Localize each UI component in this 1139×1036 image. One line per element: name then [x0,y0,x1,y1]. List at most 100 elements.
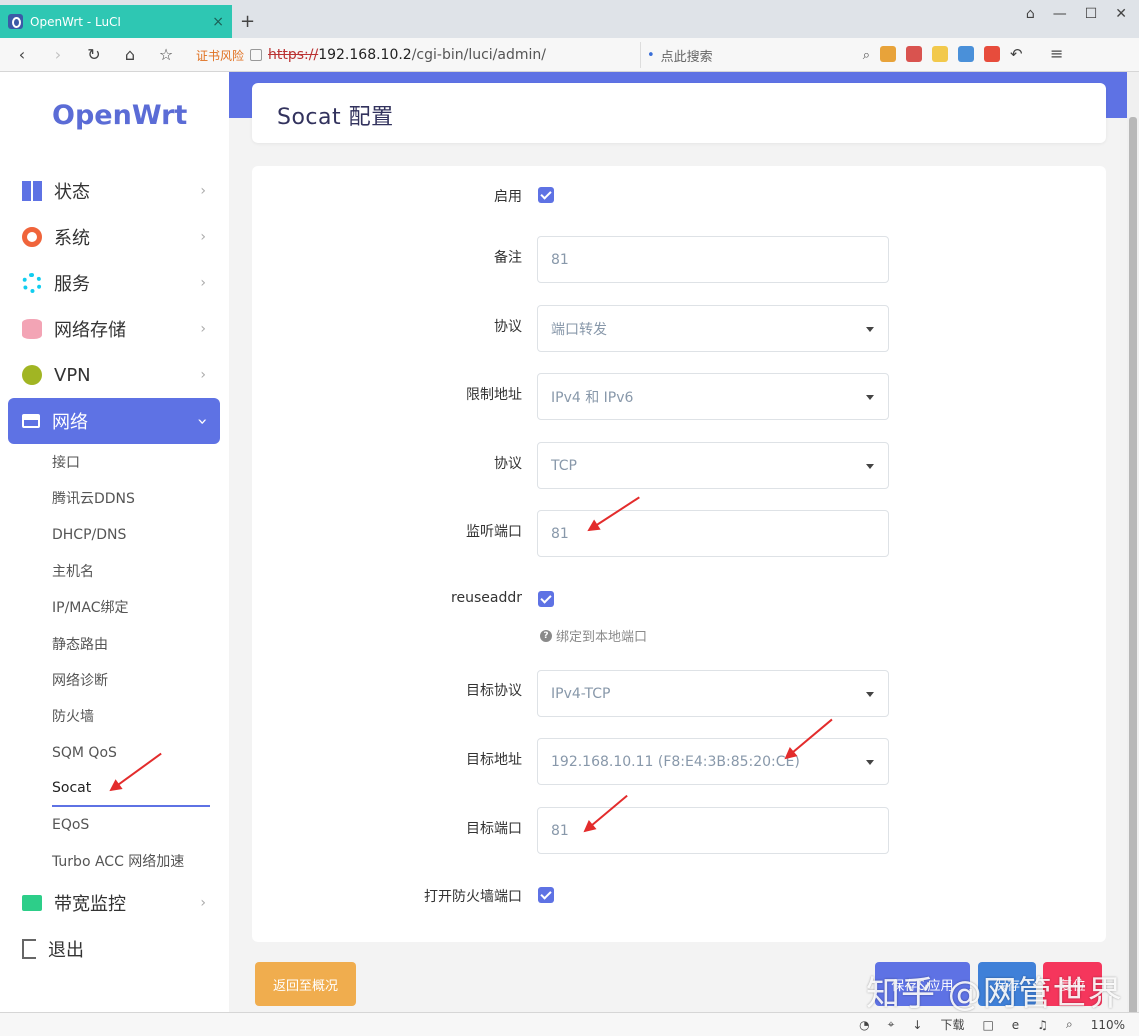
sidebar-sub-interfaces[interactable]: 接口 [52,444,220,480]
network-submenu: 接口 腾讯云DDNS DHCP/DNS 主机名 IP/MAC绑定 静态路由 网络… [8,444,220,880]
undo-icon[interactable]: ↶ [1010,46,1026,62]
sidebar-item-logout[interactable]: 退出 [8,926,220,972]
sidebar-sub-turboacc[interactable]: Turbo ACC 网络加速 [52,843,220,879]
logout-icon [22,938,36,959]
chevron-right-icon: › [200,321,206,337]
ie-icon[interactable]: e [1012,1018,1019,1032]
lock-icon [250,49,263,61]
transport-protocol-select[interactable]: TCP [537,442,889,489]
refresh-icon[interactable]: ↻ [80,45,108,64]
open-firewall-checkbox[interactable] [538,887,554,903]
menu-icon[interactable]: ≡ [1050,46,1066,62]
database-icon [22,319,42,339]
remark-input[interactable]: 81 [537,236,889,283]
sidebar-item-label: 网络存储 [54,320,126,341]
target-port-label: 目标端口 [466,821,522,837]
save-apply-button[interactable]: 保存&应用 [875,962,970,1006]
close-window-icon[interactable]: ✕ [1115,6,1127,22]
reset-button[interactable]: 复位 [1043,962,1102,1006]
sidebar-item-network[interactable]: 网络 › [8,398,220,444]
enable-checkbox[interactable] [538,187,554,203]
sidebar-item-bandwidth[interactable]: 带宽监控 › [8,880,220,926]
sidebar-sub-ddns[interactable]: 腾讯云DDNS [52,480,220,516]
forward-icon[interactable]: › [44,45,72,64]
tab-close-icon[interactable]: × [212,14,224,30]
sidebar-sub-hostnames[interactable]: 主机名 [52,553,220,589]
download-icon[interactable]: ↓ [912,1018,922,1032]
sidebar-item-label: 服务 [54,274,90,295]
search-placeholder: 点此搜索 [660,49,713,65]
url-text: https://192.168.10.2/cgi-bin/luci/admin/ [268,47,546,63]
reuseaddr-checkbox[interactable] [538,591,554,607]
sidebar-sub-sqm[interactable]: SQM QoS [52,734,220,770]
page-title: Socat 配置 [277,105,394,130]
socat-form: 启用 备注 81 协议 端口转发 限制地址 IPv4 和 IPv6 协议 TCP… [252,166,1106,942]
back-to-overview-button[interactable]: 返回至概况 [255,962,356,1006]
minimize-icon[interactable]: — [1053,6,1067,22]
scrollbar-thumb[interactable] [1129,117,1137,1027]
sidebar-item-system[interactable]: 系统 › [8,214,220,260]
sidebar-sub-routes[interactable]: 静态路由 [52,625,220,661]
protocol-select[interactable]: 端口转发 [537,305,889,352]
sidebar-item-status[interactable]: 状态 › [8,168,220,214]
sidebar-item-label: 退出 [48,939,84,961]
new-tab-button[interactable]: + [240,11,255,32]
maximize-icon[interactable]: ☐ [1085,6,1098,22]
chevron-down-icon: › [191,417,213,425]
browser-tabbar: OpenWrt - LuCI × + ⌂ — ☐ ✕ [0,0,1139,38]
sidebar-item-label: 状态 [54,182,90,203]
restrict-address-label: 限制地址 [466,387,522,403]
remark-label: 备注 [494,250,522,266]
target-protocol-select[interactable]: IPv4-TCP [537,670,889,717]
globe-icon [22,365,42,385]
openwrt-logo[interactable]: OpenWrt [52,100,187,131]
browser-search-field[interactable]: • 点此搜索 ⌕ [640,42,870,68]
sidebar-sub-eqos[interactable]: EQoS [52,807,220,843]
sidebar-item-vpn[interactable]: VPN › [8,352,220,398]
back-icon[interactable]: ‹ [8,45,36,64]
dashboard-icon [22,181,42,201]
cert-warning[interactable]: 证书风险 [196,47,244,64]
screenshot-icon[interactable] [932,46,948,62]
zoom-icon[interactable]: ⌕ [1066,1017,1073,1032]
sidebar-item-services[interactable]: 服务 › [8,260,220,306]
browser-toolbar-icons: ↶ ≡ [880,46,1066,62]
target-address-select[interactable]: 192.168.10.11 (F8:E4:3B:85:20:CE) [537,738,889,785]
speed-icon[interactable]: ◔ [859,1018,869,1032]
reuseaddr-hint: ? 绑定到本地端口 [540,626,647,645]
bookmark-star-icon[interactable]: ☆ [152,45,180,64]
openwrt-favicon-icon [8,14,23,29]
download-label[interactable]: 下载 [940,1016,964,1033]
skin-icon[interactable]: ⌂ [1026,6,1035,22]
url-field[interactable]: 证书风险 https://192.168.10.2/cgi-bin/luci/a… [196,42,632,68]
sidebar-sub-dhcp-dns[interactable]: DHCP/DNS [52,517,220,553]
discount-icon[interactable] [984,46,1000,62]
sidebar-item-nas[interactable]: 网络存储 › [8,306,220,352]
apps-icon[interactable] [880,46,896,62]
chevron-right-icon: › [200,183,206,199]
chevron-right-icon: › [200,367,206,383]
magnifier-icon[interactable] [958,46,974,62]
save-button[interactable]: 保存 [978,962,1036,1006]
sidebar-item-label: VPN [54,364,91,386]
window-icon[interactable]: □ [982,1018,993,1032]
target-address-label: 目标地址 [466,752,522,768]
sidebar-sub-diagnostics[interactable]: 网络诊断 [52,662,220,698]
pin-icon[interactable]: ⌖ [888,1017,895,1032]
browser-tab[interactable]: OpenWrt - LuCI × [0,5,232,38]
chevron-right-icon: › [200,275,206,291]
sidebar-sub-ipmac[interactable]: IP/MAC绑定 [52,589,220,625]
translate-icon[interactable] [906,46,922,62]
chevron-right-icon: › [200,229,206,245]
sound-icon[interactable]: ♫ [1037,1018,1048,1032]
search-icon[interactable]: ⌕ [863,48,870,63]
sitemap-icon [22,414,40,428]
restrict-address-select[interactable]: IPv4 和 IPv6 [537,373,889,420]
home-icon[interactable]: ⌂ [116,45,144,64]
gear-icon [22,227,42,247]
zoom-level[interactable]: 110% [1091,1018,1125,1032]
vertical-scrollbar[interactable] [1127,72,1139,1027]
sidebar-sub-firewall[interactable]: 防火墙 [52,698,220,734]
window-controls: ⌂ — ☐ ✕ [1026,6,1127,22]
monitor-icon [22,894,42,911]
